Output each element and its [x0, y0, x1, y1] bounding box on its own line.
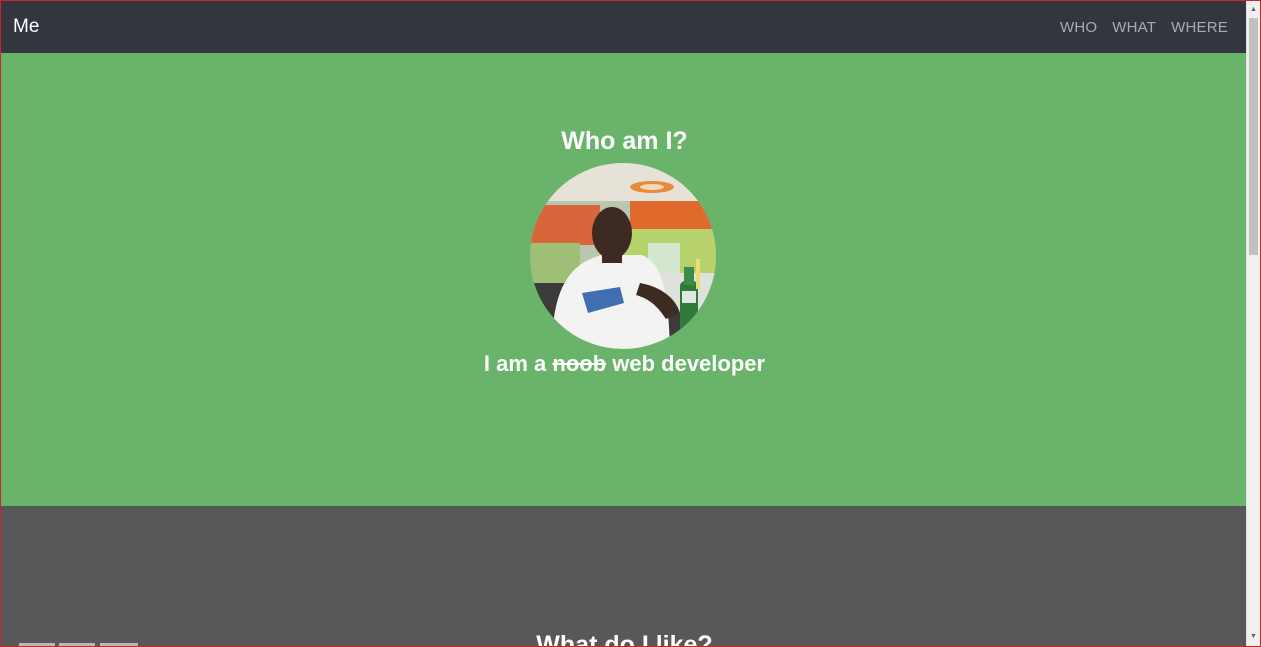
nav-links: WHO WHAT WHERE [1060, 19, 1228, 36]
what-section: What do I like? [1, 506, 1248, 647]
who-title: Who am I? [561, 127, 688, 155]
what-title: What do I like? [536, 631, 713, 647]
brand-link[interactable]: Me [13, 16, 39, 38]
taskbar-stub-1 [19, 643, 55, 646]
scroll-up-arrow-icon[interactable]: ▲ [1247, 3, 1260, 17]
nav-link-where[interactable]: WHERE [1171, 19, 1228, 36]
scrollbar-thumb[interactable] [1249, 18, 1258, 255]
who-section: Who am I? I am a noob web developer [1, 53, 1248, 506]
profile-photo [530, 163, 716, 349]
nav-link-what[interactable]: WHAT [1112, 19, 1156, 36]
taskbar-stub-2 [59, 643, 95, 646]
scroll-down-arrow-icon[interactable]: ▼ [1247, 630, 1260, 644]
nav-link-who[interactable]: WHO [1060, 19, 1097, 36]
subtitle-struck-word: noob [552, 351, 607, 376]
taskbar-stub-3 [100, 643, 138, 646]
subtitle-suffix: web developer [606, 351, 766, 376]
who-subtitle: I am a noob web developer [1, 351, 1248, 377]
subtitle-prefix: I am a [483, 351, 553, 376]
browser-viewport: Me WHO WHAT WHERE Who am I? I am a noob … [0, 0, 1261, 647]
vertical-scrollbar[interactable]: ▲ ▼ [1246, 1, 1260, 646]
navbar: Me WHO WHAT WHERE [1, 1, 1248, 53]
profile-photo-image [530, 163, 716, 349]
